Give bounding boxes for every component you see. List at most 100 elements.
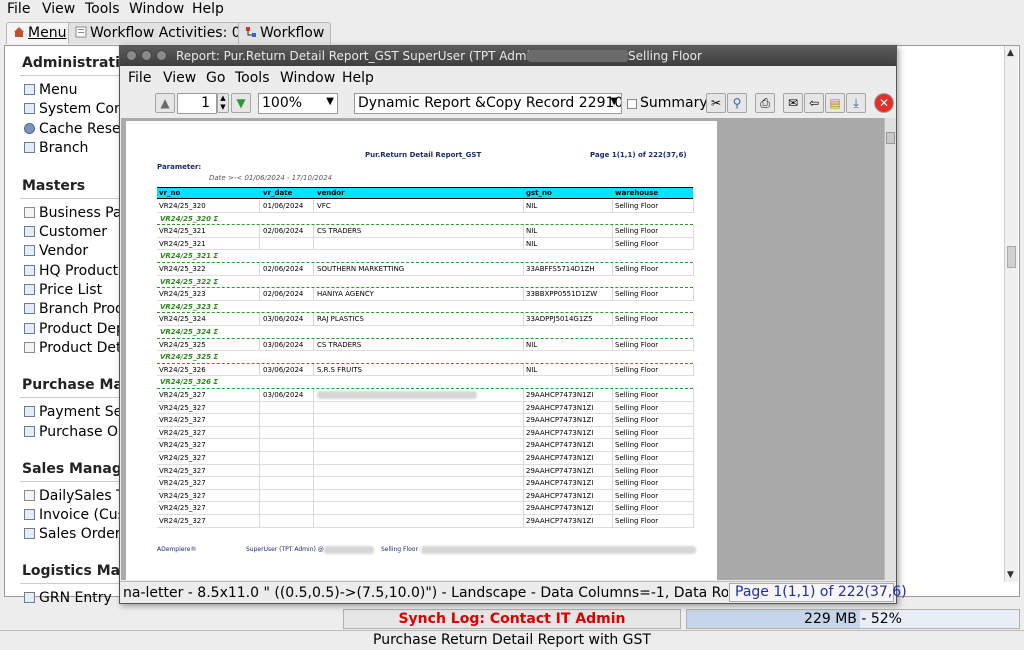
table-row: VR24/25_327 29AAHCP7473N1ZI Selling Floor — [157, 414, 694, 427]
menu-item-system-config[interactable]: System Conf — [24, 101, 124, 117]
scrollbar-thumb[interactable] — [1007, 246, 1016, 268]
menu-item-price-list[interactable]: Price List — [24, 282, 102, 298]
table-row: VR24/25_325 03/06/2024 CS TRADERS NIL Sellin… — [157, 338, 694, 352]
cell-divider — [523, 288, 524, 301]
column-header[interactable]: vendor — [317, 189, 345, 197]
column-header[interactable]: vr_no — [159, 189, 180, 197]
column-header[interactable]: gst_no — [526, 189, 552, 197]
report-menu-window[interactable]: Window — [280, 70, 335, 86]
divider — [20, 75, 124, 76]
menu-item-product-detail[interactable]: Product Deta — [24, 340, 124, 356]
page-number-field[interactable]: 1 — [177, 93, 217, 114]
table-row: VR24/25_327 29AAHCP7473N1ZI Selling Floor — [157, 464, 694, 478]
scroll-up-icon[interactable]: ▲ — [1007, 48, 1014, 58]
column-header[interactable]: warehouse — [615, 189, 658, 197]
cell-divider — [693, 439, 694, 452]
table-cell: Selling Floor — [615, 454, 659, 462]
report-select[interactable]: Dynamic Report &Copy Record 2291032 ▼ — [354, 93, 622, 114]
menu-item-menu[interactable]: Menu — [24, 82, 77, 98]
report-menu-go[interactable]: Go — [206, 70, 225, 86]
menu-item-vendor[interactable]: Vendor — [24, 243, 88, 259]
scrollbar-thumb[interactable] — [886, 132, 895, 144]
table-cell: VR24/25_327 — [159, 504, 206, 513]
report-menu-file[interactable]: File — [128, 70, 151, 86]
previous-page-button[interactable]: ▲ — [155, 93, 175, 113]
cell-divider — [693, 489, 694, 503]
menu-file[interactable]: File — [7, 1, 30, 17]
summary-checkbox[interactable] — [627, 99, 637, 109]
report-menu-tools[interactable]: Tools — [235, 70, 270, 86]
archive-icon: ⇦ — [808, 96, 820, 110]
zoom-select[interactable]: 100% ▼ — [258, 93, 338, 114]
customize-button[interactable]: ✂ — [706, 93, 726, 113]
export-button[interactable]: ▤ — [825, 93, 845, 113]
synch-log-status[interactable]: Synch Log: Contact IT Admin — [343, 609, 681, 629]
group-summary-row: VR24/25_321 Σ — [157, 250, 693, 263]
window-icon — [24, 303, 35, 314]
report-scrollbar[interactable] — [884, 118, 896, 580]
menu-tools[interactable]: Tools — [85, 1, 120, 17]
cell-divider — [523, 452, 524, 465]
menu-item-label: DailySales Te — [39, 488, 124, 504]
column-header[interactable]: vr_date — [263, 189, 292, 197]
maximize-window-icon[interactable] — [156, 50, 167, 61]
print-button[interactable]: ⎙ — [755, 93, 775, 113]
table-cell: Selling Floor — [615, 403, 659, 412]
cell-divider — [523, 414, 524, 427]
table-cell: NIL — [526, 340, 538, 349]
menu-item-grn-entry[interactable]: GRN Entry — [24, 590, 112, 606]
tab-workflow-activities[interactable]: Workflow Activities: 0 — [68, 22, 248, 44]
menu-help[interactable]: Help — [192, 1, 224, 17]
menu-item-invoice[interactable]: Invoice (Cust — [24, 507, 124, 523]
menu-item-payment-selection[interactable]: Payment Sele — [24, 404, 124, 420]
close-window-icon[interactable] — [126, 50, 137, 61]
cell-divider — [313, 263, 314, 276]
cell-divider — [523, 363, 524, 377]
menu-item-hq-product[interactable]: HQ Product M — [24, 263, 124, 279]
minimize-window-icon[interactable] — [141, 50, 152, 61]
page-stepper[interactable]: ▲ ▼ — [217, 93, 229, 113]
menu-item-business-partner[interactable]: Business Part — [24, 205, 124, 221]
menu-item-cache-reset[interactable]: Cache Reset — [24, 121, 124, 137]
section-sales: Sales Managen — [22, 461, 124, 477]
memory-bar[interactable]: 229 MB - 52% — [686, 609, 1020, 629]
report-icon — [24, 342, 35, 353]
menu-item-branch[interactable]: Branch — [24, 140, 88, 156]
cell-divider — [313, 477, 314, 490]
archive-button[interactable]: ⇦ — [804, 93, 824, 113]
table-cell: VR24/25_327 — [159, 454, 206, 462]
close-report-button[interactable]: ✕ — [874, 93, 894, 113]
report-preview[interactable]: Pur.Return Detail Report_GST Page 1(1,1)… — [121, 118, 884, 580]
find-button[interactable]: ⚲ — [727, 93, 747, 113]
menu-window[interactable]: Window — [129, 1, 184, 17]
report-menu-view[interactable]: View — [163, 70, 196, 86]
table-cell: Selling Floor — [615, 365, 659, 374]
cell-divider — [259, 452, 260, 465]
tab-menu[interactable]: Menu — [6, 22, 74, 44]
menu-item-purchase-order[interactable]: Purchase Ord — [24, 424, 124, 440]
menu-item-product-department[interactable]: Product Depa — [24, 321, 124, 337]
menu-item-sales-order[interactable]: Sales Order — [24, 526, 121, 542]
table-cell: 02/06/2024 — [263, 265, 304, 273]
export-icon: ▤ — [829, 96, 841, 110]
cell-divider — [612, 338, 613, 352]
menu-item-customer[interactable]: Customer — [24, 224, 107, 240]
cell-divider — [612, 263, 613, 276]
cell-divider — [612, 426, 613, 440]
menu-item-dailysales[interactable]: DailySales Te — [24, 488, 124, 504]
cell-divider — [693, 225, 694, 238]
tab-workflow[interactable]: Workflow — [238, 22, 332, 44]
scroll-down-icon[interactable]: ▼ — [1007, 570, 1014, 580]
menu-item-branch-product[interactable]: Branch Produ — [24, 301, 124, 317]
report-menu-help[interactable]: Help — [342, 70, 374, 86]
save-button[interactable]: ⤓ — [846, 93, 866, 113]
report-table-header: vr_no vr_date vendor gst_no warehouse — [157, 187, 693, 199]
menu-view[interactable]: View — [42, 1, 75, 17]
menu-item-label: Payment Sele — [39, 404, 124, 420]
main-scrollbar[interactable]: ▲ ▼ — [1004, 46, 1018, 582]
next-page-button[interactable]: ▼ — [231, 93, 251, 113]
report-titlebar[interactable]: Report: Pur.Return Detail Report_GST Sup… — [120, 46, 896, 66]
send-mail-button[interactable]: ✉ — [783, 93, 803, 113]
cell-divider — [313, 426, 314, 440]
table-cell: VR24/25_323 — [159, 290, 206, 299]
